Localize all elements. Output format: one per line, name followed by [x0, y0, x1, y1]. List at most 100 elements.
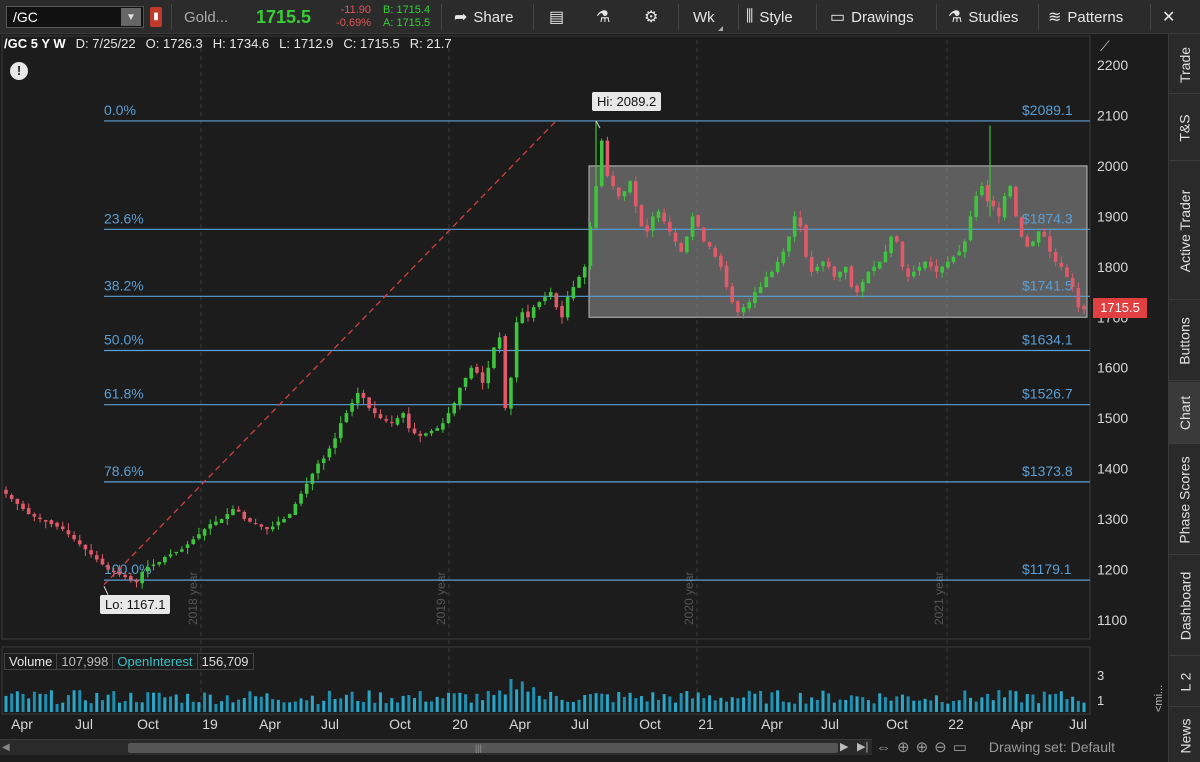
volume-bar: [27, 698, 31, 712]
volume-bar: [214, 703, 218, 712]
tab-buttons[interactable]: Buttons: [1169, 301, 1200, 381]
volume-bar: [367, 690, 371, 712]
time-axis-tick: Apr: [259, 716, 281, 732]
volume-bar: [691, 698, 695, 712]
fib-level-price: $1373.8: [1022, 463, 1073, 479]
zoom-in-icon[interactable]: ⊕: [916, 738, 929, 756]
candle-body: [231, 509, 235, 516]
tab-chart-label: Chart: [1177, 395, 1194, 430]
time-axis-tick: Jul: [571, 716, 589, 732]
tab-level2[interactable]: L 2: [1169, 657, 1200, 707]
volume-bar: [866, 700, 870, 712]
volume-bar: [844, 699, 848, 712]
candle-body: [577, 276, 581, 288]
candle-body: [338, 423, 343, 439]
fib-level-pct: 0.0%: [104, 102, 136, 118]
time-axis-tick: 20: [452, 716, 468, 732]
volume-bar: [708, 695, 712, 712]
horizontal-scrollbar[interactable]: |||: [0, 739, 872, 755]
candle-body: [611, 175, 615, 187]
volume-bar: [248, 691, 252, 712]
volume-bar: [373, 702, 377, 712]
volume-bar: [900, 694, 904, 712]
candle-body: [21, 503, 25, 509]
candle-body: [361, 392, 366, 398]
volume-bar: [413, 697, 417, 712]
candle-body: [55, 522, 59, 527]
current-price-tag: 1715.5: [1093, 298, 1147, 318]
volume-bar: [821, 690, 825, 712]
fib-level-pct: 38.2%: [104, 277, 144, 293]
price-axis-tick: 1600: [1097, 360, 1128, 376]
candle-body: [157, 561, 161, 565]
pan-icon[interactable]: ⇔: [876, 739, 891, 756]
volume-bar: [344, 694, 348, 712]
volume-bar: [498, 690, 502, 712]
candle-body: [458, 387, 462, 405]
alert-icon[interactable]: !: [10, 62, 28, 80]
volume-bar: [10, 693, 14, 712]
ohlc-open: O: 1726.3: [145, 36, 203, 51]
volume-bar: [225, 695, 229, 712]
ohlc-date: D: 7/25/22: [75, 36, 136, 51]
volume-bar: [549, 691, 553, 712]
volume-label[interactable]: Volume: [4, 652, 58, 670]
candle-body: [843, 266, 848, 273]
volume-bar: [532, 687, 536, 712]
drawing-set-selector[interactable]: Drawing set: Default: [989, 739, 1115, 755]
volume-bar: [259, 696, 263, 712]
volume-bar: [793, 703, 797, 712]
candle-body: [753, 292, 757, 303]
volume-bar: [1014, 691, 1018, 712]
volume-bar: [832, 702, 836, 712]
zoom-box-icon[interactable]: ▭: [953, 738, 967, 756]
time-axis-tick: Jul: [1069, 716, 1087, 732]
candle-body: [1059, 262, 1064, 267]
open-interest-label[interactable]: OpenInterest: [113, 652, 198, 670]
tab-chart[interactable]: Chart: [1169, 382, 1200, 444]
price-scale-icon[interactable]: ⟋: [1100, 38, 1122, 56]
candle-body: [571, 287, 576, 299]
volume-bar: [781, 701, 785, 712]
scroll-thumb[interactable]: [128, 743, 838, 753]
scroll-left-icon[interactable]: ◀: [2, 742, 10, 753]
volume-bar: [220, 701, 224, 712]
tab-trade[interactable]: Trade: [1169, 36, 1200, 94]
volume-bar: [861, 697, 865, 712]
volume-bar: [95, 692, 99, 712]
candle-body: [929, 261, 933, 267]
volume-bar: [883, 697, 887, 712]
volume-bar: [963, 690, 967, 712]
candle-body: [486, 367, 491, 384]
zoom-out-icon[interactable]: ⊖: [934, 738, 947, 756]
volume-bar: [481, 700, 485, 712]
scroll-right-icon[interactable]: ▶: [840, 740, 848, 753]
tab-phase-scores[interactable]: Phase Scores: [1169, 445, 1200, 555]
volume-bar: [696, 692, 700, 712]
candle-body: [140, 572, 144, 584]
tab-news[interactable]: News: [1169, 708, 1200, 762]
candle-body: [889, 236, 893, 254]
volume-bar: [617, 692, 621, 712]
volume-bar: [83, 700, 87, 712]
volume-bar: [242, 697, 246, 712]
candle-body: [1082, 306, 1086, 310]
volume-bar: [895, 696, 899, 712]
volume-bar: [66, 695, 70, 712]
tab-ts[interactable]: T&S: [1169, 95, 1200, 161]
volume-bar: [503, 694, 507, 712]
candle-body: [1002, 196, 1007, 218]
candle-body: [418, 433, 422, 436]
candle-body: [1053, 251, 1058, 262]
tab-active-trader[interactable]: Active Trader: [1169, 162, 1200, 300]
crosshair-icon[interactable]: ⊕: [897, 738, 910, 756]
ohlc-low: L: 1712.9: [279, 36, 334, 51]
tab-dashboard[interactable]: Dashboard: [1169, 556, 1200, 656]
candle-body: [543, 297, 547, 302]
scroll-end-icon[interactable]: ▶|: [857, 740, 868, 753]
volume-bar: [276, 699, 280, 712]
price-chart[interactable]: 2018 year 2019 year 2020 year 2021 year2200…: [0, 0, 1168, 740]
candle-body: [214, 521, 218, 525]
candle-body: [940, 266, 944, 273]
fib-level-pct: 100.0%: [104, 561, 151, 577]
